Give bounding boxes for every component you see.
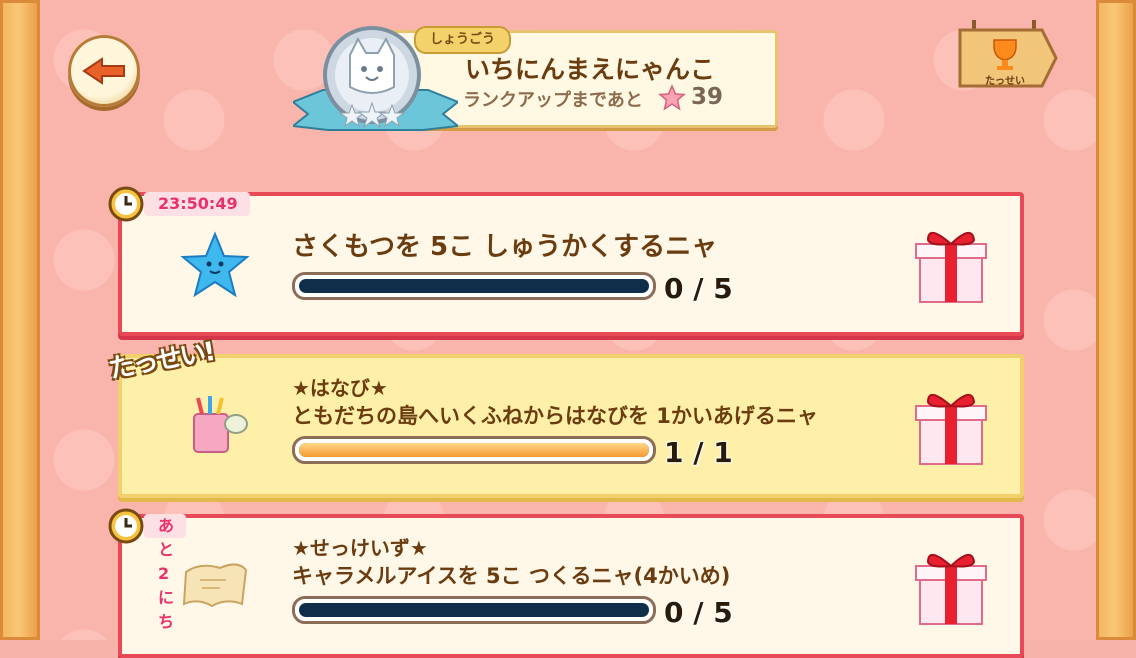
- achievements-label: たっせい: [985, 76, 1025, 87]
- rank-title: いちにんまえにゃんこ: [464, 55, 715, 84]
- gift-icon[interactable]: [914, 546, 988, 628]
- mission-title: キャラメルアイスを 5こ つくるニャ(4かいめ): [292, 564, 731, 588]
- right-frame: [1096, 0, 1136, 640]
- progress-track: [299, 603, 649, 617]
- gift-icon[interactable]: [914, 224, 988, 306]
- timer-text: 23:50:49: [144, 192, 250, 216]
- progress-text: 1 / 1: [664, 436, 733, 469]
- clock-icon: [108, 508, 144, 544]
- fireworks-bucket-icon: [193, 396, 248, 453]
- progress-track: [299, 443, 649, 457]
- back-button[interactable]: [68, 35, 140, 107]
- back-arrow-icon: [82, 57, 125, 85]
- progress-track: [299, 279, 649, 293]
- timer-text: あと2にち: [144, 514, 187, 631]
- mission-title: ともだちの島へいくふねからはなびを 1かいあげるニャ: [292, 404, 818, 428]
- mission-event: ★はなび★: [292, 376, 388, 400]
- clock-icon: [108, 186, 144, 222]
- progress-text: 0 / 5: [664, 272, 733, 305]
- progress-bar: [292, 272, 656, 300]
- progress-fill: [299, 443, 649, 457]
- mission-event: ★せっけいず★: [292, 536, 428, 560]
- progress-text: 0 / 5: [664, 596, 733, 629]
- blue-star-icon: [180, 231, 250, 298]
- rank-up-count: 39: [691, 84, 724, 110]
- cat-medal-icon: [323, 26, 421, 129]
- progress-bar: [292, 596, 656, 624]
- progress-bar: [292, 436, 656, 464]
- blueprint-scroll-icon: [182, 563, 248, 608]
- mission-title: さくもつを 5こ しゅうかくするニャ: [292, 232, 718, 262]
- mission-card-completed[interactable]: ★はなび★ ともだちの島へいくふねからはなびを 1かいあげるニャ 1 / 1: [118, 354, 1024, 498]
- mission-card[interactable]: さくもつを 5こ しゅうかくするニャ 0 / 5: [118, 192, 1024, 336]
- mission-card[interactable]: ★せっけいず★ キャラメルアイスを 5こ つくるニャ(4かいめ) 0 / 5: [118, 514, 1024, 658]
- pink-star-icon: [658, 84, 686, 111]
- left-frame: [0, 0, 40, 640]
- gift-icon[interactable]: [914, 386, 988, 468]
- rank-up-label: ランクアップまであと: [463, 90, 643, 111]
